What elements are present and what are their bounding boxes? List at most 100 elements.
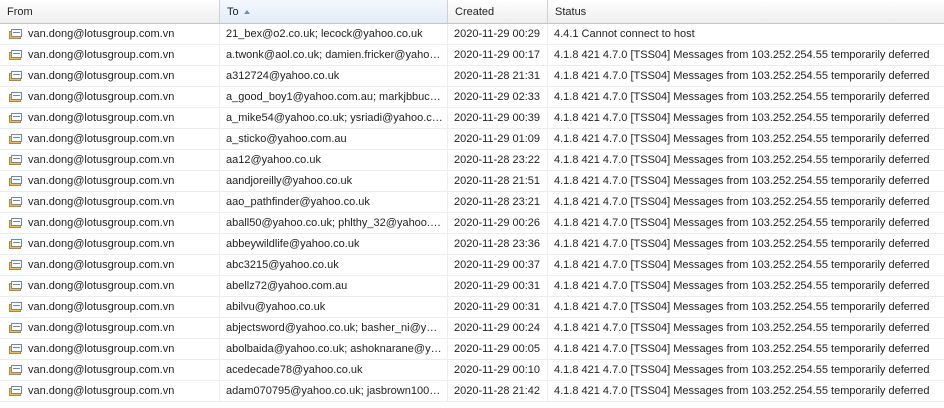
cell-created: 2020-11-28 21:42 <box>448 381 548 401</box>
cell-to: abc3215@yahoo.co.uk <box>220 255 448 275</box>
column-header-to-label: To <box>227 5 239 18</box>
queued-mail-envelope-icon <box>9 91 23 103</box>
cell-to: a.twonk@aol.co.uk; damien.fricker@yahoo.… <box>220 45 448 65</box>
cell-created: 2020-11-28 21:31 <box>448 66 548 86</box>
cell-created-text: 2020-11-29 00:39 <box>454 112 541 124</box>
queued-mail-envelope-icon <box>9 175 23 187</box>
queued-mail-envelope-icon <box>9 343 23 355</box>
cell-from-text: van.dong@lotusgroup.com.vn <box>28 280 175 292</box>
cell-to: abellz72@yahoo.com.au <box>220 276 448 296</box>
table-row[interactable]: van.dong@lotusgroup.com.vn a_good_boy1@ya… <box>0 87 944 108</box>
cell-status-text: 4.1.8 421 4.7.0 [TSS04] Messages from 10… <box>554 301 930 313</box>
table-row[interactable]: van.dong@lotusgroup.com.vn a_sticko@yahoo… <box>0 129 944 150</box>
cell-status-text: 4.1.8 421 4.7.0 [TSS04] Messages from 10… <box>554 280 930 292</box>
cell-from: van.dong@lotusgroup.com.vn <box>0 87 220 107</box>
cell-status-text: 4.1.8 421 4.7.0 [TSS04] Messages from 10… <box>554 154 930 166</box>
cell-from-text: van.dong@lotusgroup.com.vn <box>28 112 175 124</box>
cell-created-text: 2020-11-29 00:26 <box>454 217 541 229</box>
cell-created-text: 2020-11-29 00:17 <box>454 49 541 61</box>
grid-header: From To Created Status <box>0 0 944 24</box>
cell-created-text: 2020-11-29 00:29 <box>454 28 541 40</box>
table-row[interactable]: van.dong@lotusgroup.com.vn 21_bex@o2.co.u… <box>0 24 944 45</box>
cell-from: van.dong@lotusgroup.com.vn <box>0 234 220 254</box>
cell-from-text: van.dong@lotusgroup.com.vn <box>28 259 175 271</box>
cell-status: 4.4.1 Cannot connect to host <box>548 24 944 44</box>
cell-from: van.dong@lotusgroup.com.vn <box>0 339 220 359</box>
queued-mail-envelope-icon <box>9 217 23 229</box>
table-row[interactable]: van.dong@lotusgroup.com.vn a.twonk@aol.co… <box>0 45 944 66</box>
cell-created-text: 2020-11-28 21:31 <box>454 70 541 82</box>
table-row[interactable]: van.dong@lotusgroup.com.vn abellz72@yahoo… <box>0 276 944 297</box>
table-row[interactable]: van.dong@lotusgroup.com.vn aandjoreilly@y… <box>0 171 944 192</box>
table-row[interactable]: van.dong@lotusgroup.com.vn abjectsword@ya… <box>0 318 944 339</box>
cell-created: 2020-11-28 23:22 <box>448 150 548 170</box>
cell-to: aao_pathfinder@yahoo.co.uk <box>220 192 448 212</box>
cell-from-text: van.dong@lotusgroup.com.vn <box>28 322 175 334</box>
table-row[interactable]: van.dong@lotusgroup.com.vn abilvu@yahoo.c… <box>0 297 944 318</box>
table-row[interactable]: van.dong@lotusgroup.com.vn abc3215@yahoo.… <box>0 255 944 276</box>
table-row[interactable]: van.dong@lotusgroup.com.vn a312724@yahoo.… <box>0 66 944 87</box>
cell-to: a_sticko@yahoo.com.au <box>220 129 448 149</box>
cell-from: van.dong@lotusgroup.com.vn <box>0 192 220 212</box>
cell-to-text: a312724@yahoo.co.uk <box>226 70 340 82</box>
cell-to-text: aao_pathfinder@yahoo.co.uk <box>226 196 370 208</box>
cell-from: van.dong@lotusgroup.com.vn <box>0 171 220 191</box>
cell-to-text: aa12@yahoo.co.uk <box>226 154 321 166</box>
cell-to-text: a_good_boy1@yahoo.com.au; markjbbuckley@… <box>226 91 443 103</box>
cell-to: aball50@yahoo.co.uk; phlthy_32@yahoo.co.… <box>220 213 448 233</box>
cell-status: 4.1.8 421 4.7.0 [TSS04] Messages from 10… <box>548 150 944 170</box>
cell-from: van.dong@lotusgroup.com.vn <box>0 66 220 86</box>
cell-to: a_good_boy1@yahoo.com.au; markjbbuckley@… <box>220 87 448 107</box>
table-row[interactable]: van.dong@lotusgroup.com.vn abbeywildlife@… <box>0 234 944 255</box>
table-row[interactable]: van.dong@lotusgroup.com.vn adam070795@yah… <box>0 381 944 402</box>
cell-created-text: 2020-11-28 21:51 <box>454 175 541 187</box>
cell-to-text: 21_bex@o2.co.uk; lecock@yahoo.co.uk <box>226 28 423 40</box>
queued-mail-envelope-icon <box>9 259 23 271</box>
table-row[interactable]: van.dong@lotusgroup.com.vn abolbaida@yaho… <box>0 339 944 360</box>
cell-status: 4.1.8 421 4.7.0 [TSS04] Messages from 10… <box>548 129 944 149</box>
cell-created: 2020-11-28 23:21 <box>448 192 548 212</box>
cell-created: 2020-11-29 00:39 <box>448 108 548 128</box>
queued-mail-envelope-icon <box>9 322 23 334</box>
cell-from: van.dong@lotusgroup.com.vn <box>0 213 220 233</box>
cell-to: aandjoreilly@yahoo.co.uk <box>220 171 448 191</box>
cell-from: van.dong@lotusgroup.com.vn <box>0 360 220 380</box>
column-header-status-label: Status <box>555 5 587 18</box>
cell-status: 4.1.8 421 4.7.0 [TSS04] Messages from 10… <box>548 255 944 275</box>
cell-status: 4.1.8 421 4.7.0 [TSS04] Messages from 10… <box>548 339 944 359</box>
cell-to-text: abjectsword@yahoo.co.uk; basher_ni@yahoo… <box>226 322 443 334</box>
cell-created: 2020-11-29 00:17 <box>448 45 548 65</box>
cell-status-text: 4.1.8 421 4.7.0 [TSS04] Messages from 10… <box>554 91 930 103</box>
cell-status: 4.1.8 421 4.7.0 [TSS04] Messages from 10… <box>548 297 944 317</box>
table-row[interactable]: van.dong@lotusgroup.com.vn aball50@yahoo.… <box>0 213 944 234</box>
queued-mail-envelope-icon <box>9 280 23 292</box>
table-row[interactable]: van.dong@lotusgroup.com.vn acedecade78@ya… <box>0 360 944 381</box>
cell-to-text: aball50@yahoo.co.uk; phlthy_32@yahoo.co.… <box>226 217 443 229</box>
cell-status-text: 4.1.8 421 4.7.0 [TSS04] Messages from 10… <box>554 385 930 397</box>
cell-status-text: 4.4.1 Cannot connect to host <box>554 28 695 40</box>
column-header-status[interactable]: Status <box>548 0 944 23</box>
grid-body: van.dong@lotusgroup.com.vn 21_bex@o2.co.u… <box>0 24 944 402</box>
cell-to: abjectsword@yahoo.co.uk; basher_ni@yahoo… <box>220 318 448 338</box>
table-row[interactable]: van.dong@lotusgroup.com.vn aao_pathfinder… <box>0 192 944 213</box>
column-header-to[interactable]: To <box>220 0 448 23</box>
cell-to-text: abilvu@yahoo.co.uk <box>226 301 326 313</box>
cell-created: 2020-11-29 00:31 <box>448 297 548 317</box>
table-row[interactable]: van.dong@lotusgroup.com.vn a_mike54@yahoo… <box>0 108 944 129</box>
cell-status: 4.1.8 421 4.7.0 [TSS04] Messages from 10… <box>548 45 944 65</box>
cell-to: acedecade78@yahoo.co.uk <box>220 360 448 380</box>
queued-mail-envelope-icon <box>9 112 23 124</box>
cell-from: van.dong@lotusgroup.com.vn <box>0 24 220 44</box>
cell-status-text: 4.1.8 421 4.7.0 [TSS04] Messages from 10… <box>554 238 930 250</box>
table-row[interactable]: van.dong@lotusgroup.com.vn aa12@yahoo.co.… <box>0 150 944 171</box>
cell-to: aa12@yahoo.co.uk <box>220 150 448 170</box>
cell-status: 4.1.8 421 4.7.0 [TSS04] Messages from 10… <box>548 276 944 296</box>
cell-to: adam070795@yahoo.co.uk; jasbrown100@yaho… <box>220 381 448 401</box>
cell-to: a_mike54@yahoo.co.uk; ysriadi@yahoo.co.u… <box>220 108 448 128</box>
cell-status: 4.1.8 421 4.7.0 [TSS04] Messages from 10… <box>548 87 944 107</box>
column-header-from[interactable]: From <box>0 0 220 23</box>
cell-to-text: a.twonk@aol.co.uk; damien.fricker@yahoo.… <box>226 49 443 61</box>
queued-mail-envelope-icon <box>9 133 23 145</box>
cell-created-text: 2020-11-29 00:37 <box>454 259 541 271</box>
column-header-created[interactable]: Created <box>448 0 548 23</box>
